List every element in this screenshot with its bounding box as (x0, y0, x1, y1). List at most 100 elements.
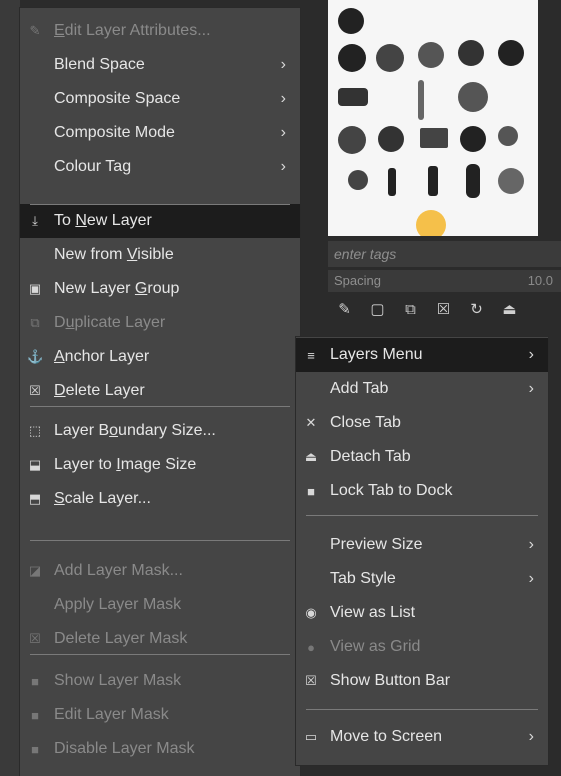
layer-menu-item[interactable]: ⤓ To New Layer (20, 204, 300, 238)
brushes-grid[interactable] (328, 0, 538, 236)
chevron-right-icon: › (528, 380, 534, 397)
layer-menu-item-label: Delete Layer Mask (54, 630, 188, 647)
brush-toolbar: ✎ ▢ ⧉ ☒ ↻ ⏏ (328, 295, 561, 323)
layer-menu-item[interactable]: ■ Disable Layer Mask (20, 732, 300, 766)
to-new-layer-icon: ⤓ (32, 213, 38, 228)
tab-menu-item[interactable]: ☒ Show Button Bar (296, 664, 548, 698)
duplicate-brush-icon[interactable]: ⧉ (394, 301, 427, 318)
brush-thumb-selected[interactable] (416, 210, 446, 236)
brush-thumb[interactable] (388, 168, 396, 196)
radio-icon: ● (307, 639, 315, 655)
layer-menu-item[interactable]: ■ Edit Layer Mask (20, 698, 300, 732)
tab-menu-item[interactable]: ⏏ Detach Tab (296, 440, 548, 474)
layer-menu-item[interactable]: Colour Tag › (20, 150, 300, 184)
new-brush-icon[interactable]: ▢ (361, 300, 394, 318)
brush-thumb[interactable] (420, 128, 448, 148)
tab-menu-item-label: Detach Tab (330, 448, 411, 465)
layer-menu-item-label: Duplicate Layer (54, 314, 166, 331)
layer-menu-item[interactable]: Composite Mode › (20, 116, 300, 150)
menu-separator (30, 540, 290, 541)
tab-menu-item[interactable]: Preview Size › (296, 528, 548, 562)
add-mask-icon: ◪ (28, 563, 42, 578)
layer-menu-item[interactable]: ☒ Delete Layer (20, 374, 300, 408)
brush-thumb[interactable] (458, 40, 484, 66)
layer-menu-item[interactable]: ⚓ Anchor Layer (20, 340, 300, 374)
layer-menu-item[interactable]: Apply Layer Mask (20, 588, 300, 622)
chevron-right-icon: › (528, 570, 534, 587)
layer-menu-item[interactable]: Composite Space › (20, 82, 300, 116)
spacing-label: Spacing (334, 273, 381, 288)
layer-menu-item-label: Composite Space (54, 90, 181, 107)
tab-menu-item-label: View as Grid (330, 638, 421, 655)
tab-menu-item-label: Close Tab (330, 414, 401, 431)
layer-menu-item-label: Delete Layer (54, 382, 145, 399)
chevron-right-icon: › (280, 56, 286, 73)
screen-icon: ▭ (304, 729, 318, 744)
brush-thumb[interactable] (460, 126, 486, 152)
menu-icon: ≡ (307, 347, 315, 363)
open-brush-icon[interactable]: ⏏ (493, 300, 526, 318)
tab-menu-item[interactable]: Tab Style › (296, 562, 548, 596)
delete-layer-icon: ☒ (29, 383, 41, 398)
tab-menu-item-label: Add Tab (330, 380, 389, 397)
layer-menu-item[interactable]: ⬒ Scale Layer... (20, 482, 300, 516)
spacing-slider[interactable]: Spacing 10.0 (328, 270, 561, 292)
layer-boundary-icon: ⬚ (28, 423, 42, 438)
scale-layer-icon: ⬒ (28, 491, 42, 506)
refresh-icon[interactable]: ↻ (460, 300, 493, 318)
chevron-right-icon: › (280, 158, 286, 175)
checkbox-checked-icon: ☒ (305, 673, 317, 688)
tab-menu-item[interactable]: Add Tab › (296, 372, 548, 406)
close-icon: ✕ (305, 415, 317, 430)
delete-brush-icon[interactable]: ☒ (427, 300, 460, 318)
tab-menu-item[interactable]: ● View as Grid (296, 630, 548, 664)
tab-menu-item-label: Move to Screen (330, 728, 443, 745)
new-layer-group-icon: ▣ (28, 281, 42, 296)
layer-menu-item[interactable]: ▣ New Layer Group (20, 272, 300, 306)
layer-menu-item[interactable]: ■ Show Layer Mask (20, 664, 300, 698)
brush-thumb[interactable] (418, 42, 444, 68)
brush-thumb[interactable] (498, 126, 518, 146)
brush-thumb[interactable] (458, 82, 488, 112)
edit-brush-icon[interactable]: ✎ (328, 300, 361, 318)
layer-menu-item[interactable]: New from Visible (20, 238, 300, 272)
brush-thumb[interactable] (498, 40, 524, 66)
layer-menu-item[interactable]: ⧉ Duplicate Layer (20, 306, 300, 340)
tab-menu-item[interactable]: ▭ Move to Screen › (296, 720, 548, 754)
layer-menu-item[interactable]: ✎ Edit Layer Attributes... (20, 14, 300, 48)
brush-thumb[interactable] (338, 126, 366, 154)
tab-menu-item[interactable]: ≡ Layers Menu › (296, 338, 548, 372)
chevron-right-icon: › (280, 124, 286, 141)
tags-input[interactable]: enter tags (328, 241, 561, 267)
tab-menu-item[interactable]: ◉ View as List (296, 596, 548, 630)
brush-thumb[interactable] (378, 126, 404, 152)
tab-context-menu: ≡ Layers Menu › Add Tab › ✕ Close Tab ⏏ Detach T… (296, 337, 548, 765)
spacing-value: 10.0 (527, 273, 553, 288)
edit-attributes-icon: ✎ (29, 23, 41, 38)
layer-menu-item-label: Layer to Image Size (54, 456, 197, 473)
brush-thumb[interactable] (466, 164, 480, 198)
layer-menu-item[interactable]: ☒ Delete Layer Mask (20, 622, 300, 656)
radio-selected-icon: ◉ (305, 605, 317, 620)
layer-menu-item-label: Add Layer Mask... (54, 562, 183, 579)
tab-menu-item[interactable]: ✕ Close Tab (296, 406, 548, 440)
brush-thumb[interactable] (338, 44, 366, 72)
brush-thumb[interactable] (338, 8, 364, 34)
tab-menu-item-label: Lock Tab to Dock (330, 482, 453, 499)
brush-thumb[interactable] (348, 170, 368, 190)
brush-thumb[interactable] (376, 44, 404, 72)
layer-menu-item[interactable]: Blend Space › (20, 48, 300, 82)
brush-thumb[interactable] (498, 168, 524, 194)
layer-menu-item[interactable]: ⬓ Layer to Image Size (20, 448, 300, 482)
layer-menu-item-label: To New Layer (54, 212, 152, 229)
brush-thumb[interactable] (338, 88, 368, 106)
menu-separator (30, 406, 290, 407)
menu-separator (30, 654, 290, 655)
layer-menu-item[interactable]: ⬚ Layer Boundary Size... (20, 414, 300, 448)
layer-menu-item[interactable]: ◪ Add Layer Mask... (20, 554, 300, 588)
layer-menu-item-label: New from Visible (54, 246, 174, 263)
tab-menu-item[interactable]: ■ Lock Tab to Dock (296, 474, 548, 508)
brush-thumb[interactable] (428, 166, 438, 196)
brush-thumb[interactable] (418, 80, 424, 120)
anchor-icon: ⚓ (27, 349, 44, 364)
